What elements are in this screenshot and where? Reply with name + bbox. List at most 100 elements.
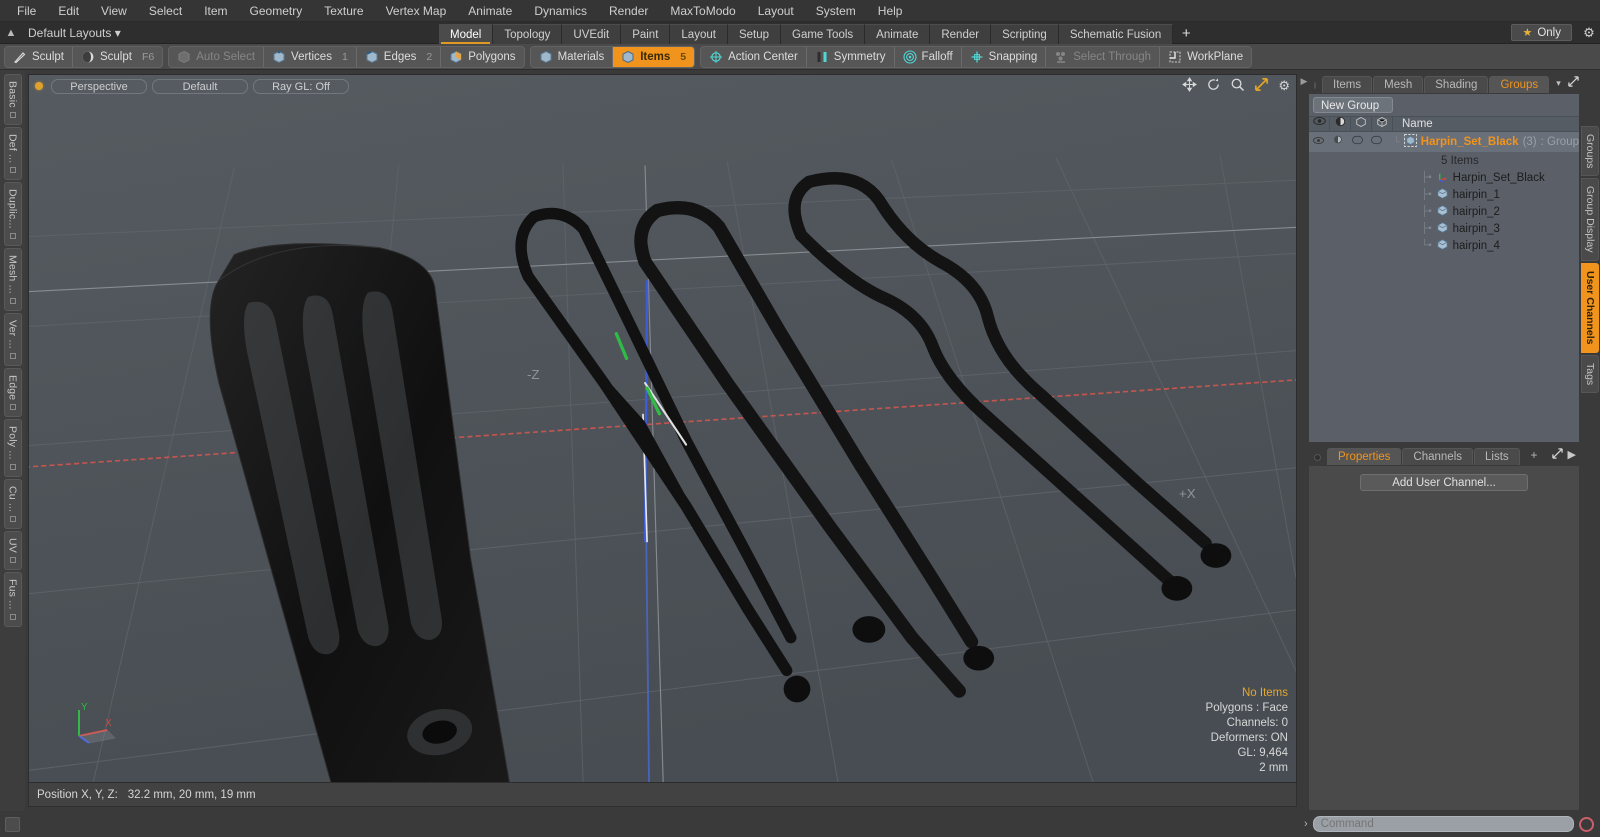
side-tab-group-display[interactable]: Group Display [1581, 178, 1599, 261]
tab-setup[interactable]: Setup [727, 23, 781, 44]
tab-lists[interactable]: Lists [1474, 448, 1520, 465]
row-box-outline-toggle[interactable] [1348, 134, 1367, 151]
left-strip-extra-button[interactable] [5, 816, 20, 832]
symmetry-button[interactable]: Symmetry [807, 46, 895, 67]
viewport-canvas[interactable]: -Z +X [29, 75, 1296, 783]
view-mode-button[interactable]: Perspective [51, 78, 147, 94]
command-input[interactable] [1312, 816, 1574, 832]
tab-game-tools[interactable]: Game Tools [781, 23, 866, 44]
menu-item-geometry[interactable]: Geometry [239, 0, 314, 22]
falloff-button[interactable]: Falloff [895, 46, 962, 67]
left-tab-mesh[interactable]: Mesh ... [3, 247, 22, 311]
menu-item-file[interactable]: File [6, 0, 47, 22]
viewport-active-dot[interactable] [35, 82, 43, 90]
tab-groups[interactable]: Groups [1489, 76, 1550, 93]
chevron-down-icon[interactable]: ▾ [1550, 78, 1567, 93]
properties-menu-dot[interactable] [1314, 454, 1321, 461]
expand-icon[interactable] [1551, 448, 1563, 462]
menu-item-dynamics[interactable]: Dynamics [523, 0, 598, 22]
list-item[interactable]: ├▪ Harpin_Set_Black [1393, 170, 1545, 186]
tab-layout[interactable]: Layout [670, 23, 728, 44]
side-tab-user-channels[interactable]: User Channels [1581, 262, 1599, 353]
side-tab-tags[interactable]: Tags [1581, 354, 1599, 393]
side-tab-groups[interactable]: Groups [1581, 126, 1599, 177]
box-solid-icon[interactable] [1372, 116, 1393, 132]
box-outline-icon[interactable] [1351, 116, 1372, 132]
new-group-button[interactable]: New Group [1313, 97, 1393, 113]
menu-item-select[interactable]: Select [138, 0, 193, 22]
tab-add[interactable]: + [1521, 448, 1548, 465]
tab-animate[interactable]: Animate [865, 23, 931, 44]
left-tab-poly[interactable]: Poly ... [3, 418, 22, 477]
add-user-channel-button[interactable]: Add User Channel... [1360, 474, 1528, 491]
left-tab-dupl[interactable]: Duplic... [3, 182, 22, 246]
menu-item-item[interactable]: Item [193, 0, 238, 22]
tab-channels[interactable]: Channels [1402, 448, 1474, 465]
move-icon[interactable] [1182, 77, 1198, 95]
tab-uvedit[interactable]: UVEdit [562, 23, 622, 44]
tab-properties[interactable]: Properties [1327, 448, 1402, 465]
left-tab-basic[interactable]: Basic [3, 74, 22, 125]
tab-schematic-fusion[interactable]: Schematic Fusion [1058, 23, 1174, 44]
snapping-button[interactable]: Snapping [962, 46, 1047, 67]
vertices-button[interactable]: Vertices 1 [264, 46, 357, 67]
layout-selector[interactable]: Default Layouts ▾ [22, 26, 127, 40]
left-tab-uv[interactable]: UV [3, 530, 22, 570]
menu-item-texture[interactable]: Texture [313, 0, 374, 22]
menu-item-system[interactable]: System [805, 0, 867, 22]
row-shade-toggle[interactable] [1328, 134, 1347, 151]
menu-item-view[interactable]: View [90, 0, 138, 22]
menu-item-vertex-map[interactable]: Vertex Map [375, 0, 458, 22]
list-item[interactable]: ├▪ hairpin_3 [1393, 221, 1500, 237]
materials-button[interactable]: Materials [531, 46, 614, 67]
viewport-3d[interactable]: -Z +X Perspective Default Ray GL: Off ⚙ … [28, 74, 1297, 783]
table-row[interactable]: ├▪ Harpin_Set_Black [1309, 169, 1579, 186]
menu-item-maxtomodo[interactable]: MaxToModo [659, 0, 746, 22]
menu-item-edit[interactable]: Edit [47, 0, 90, 22]
tab-shading[interactable]: Shading [1424, 76, 1489, 93]
menu-item-animate[interactable]: Animate [457, 0, 523, 22]
auto-select-button[interactable]: Auto Select [169, 46, 265, 67]
action-center-button[interactable]: Action Center [701, 46, 807, 67]
tab-scripting[interactable]: Scripting [991, 23, 1059, 44]
left-tab-deform[interactable]: Def ... [3, 126, 22, 181]
table-row[interactable]: ├▪ hairpin_2 [1309, 203, 1579, 220]
eye-icon[interactable] [1309, 116, 1330, 132]
polygons-button[interactable]: Polygons [441, 47, 523, 67]
zoom-icon[interactable] [1230, 77, 1245, 95]
raygl-button[interactable]: Ray GL: Off [253, 78, 349, 94]
edges-button[interactable]: Edges 2 [357, 46, 442, 67]
table-row[interactable]: └ Harpin_Set_Black (3) : Group [1309, 132, 1579, 152]
menu-item-help[interactable]: Help [867, 0, 914, 22]
sculpt-button[interactable]: Sculpt [5, 46, 73, 67]
tab-topology[interactable]: Topology [493, 23, 563, 44]
list-item[interactable]: └▪ hairpin_4 [1393, 238, 1500, 254]
panel-collapse-arrow[interactable]: ▶ [1300, 70, 1308, 811]
gear-icon[interactable]: ⚙ [1578, 25, 1600, 41]
rotate-icon[interactable] [1206, 77, 1221, 95]
row-eye-toggle[interactable] [1309, 134, 1328, 151]
add-tab-button[interactable]: + [1173, 24, 1199, 44]
tab-paint[interactable]: Paint [621, 23, 671, 44]
tab-items[interactable]: Items [1322, 76, 1373, 93]
left-tab-vertex[interactable]: Ver ... [3, 312, 22, 366]
select-through-button[interactable]: Select Through [1046, 46, 1161, 67]
left-tab-curve[interactable]: Cu ... [3, 478, 22, 529]
gear-icon[interactable]: ⚙ [1278, 78, 1290, 94]
tab-mesh[interactable]: Mesh ... [1373, 76, 1424, 108]
list-item[interactable]: ├▪ hairpin_1 [1393, 187, 1500, 203]
home-icon[interactable]: ▲ [0, 27, 22, 39]
table-row[interactable]: └▪ hairpin_4 [1309, 237, 1579, 254]
presets-button[interactable]: Sculpt F6 [73, 47, 162, 67]
expand-icon[interactable] [1567, 76, 1579, 90]
shading-mode-button[interactable]: Default [152, 78, 248, 94]
menu-item-render[interactable]: Render [598, 0, 659, 22]
items-button[interactable]: Items 5 [613, 46, 695, 67]
left-tab-edge[interactable]: Edge [3, 367, 22, 417]
list-item[interactable]: ├▪ hairpin_2 [1393, 204, 1500, 220]
row-box-solid-toggle[interactable] [1367, 134, 1386, 151]
panel-menu-dot[interactable] [1314, 82, 1316, 89]
tab-render[interactable]: Render [930, 23, 992, 44]
fit-icon[interactable] [1254, 77, 1269, 95]
tab-model[interactable]: Model [439, 23, 494, 44]
